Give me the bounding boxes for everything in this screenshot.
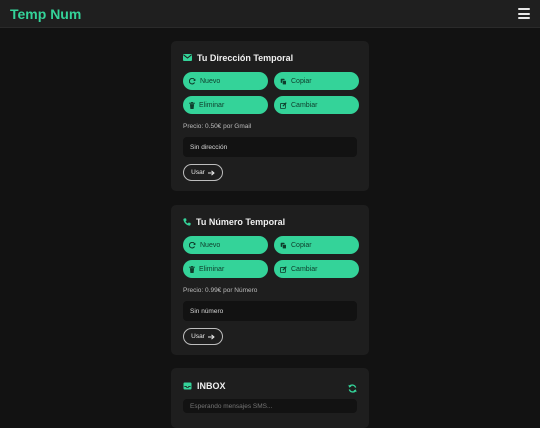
email-address-display: Sin dirección [183, 137, 357, 157]
phone-change-label: Cambiar [291, 265, 318, 273]
inbox-icon [183, 381, 192, 390]
refresh-icon[interactable] [348, 384, 357, 393]
edit-icon [280, 265, 287, 273]
phone-use-button[interactable]: Usar [183, 328, 223, 345]
phone-actions: Nuevo Copiar Eliminar Cambiar [183, 236, 359, 278]
phone-copy-label: Copiar [291, 241, 312, 249]
edit-icon [280, 101, 287, 109]
refresh-icon [189, 241, 196, 248]
email-price: Precio: 0.50€ por Gmail [183, 123, 252, 130]
email-copy-label: Copiar [291, 77, 312, 85]
email-use-button[interactable]: Usar [183, 164, 223, 181]
phone-card-title: Tu Número Temporal [196, 216, 286, 227]
email-actions: Nuevo Copiar Eliminar Cambiar [183, 72, 359, 114]
brand-logo[interactable]: Temp Num [10, 6, 81, 22]
phone-new-button[interactable]: Nuevo [183, 236, 268, 254]
email-delete-button[interactable]: Eliminar [183, 96, 268, 114]
phone-card-header: Tu Número Temporal [183, 215, 357, 228]
arrow-right-icon [207, 170, 215, 175]
email-card-header: Tu Dirección Temporal [183, 51, 357, 64]
phone-number-display: Sin número [183, 301, 357, 321]
email-new-button[interactable]: Nuevo [183, 72, 268, 90]
email-delete-label: Eliminar [199, 101, 225, 109]
arrow-right-icon [207, 334, 215, 339]
top-navbar: Temp Num [0, 0, 540, 28]
inbox-title: INBOX [197, 380, 226, 391]
email-new-label: Nuevo [200, 77, 221, 85]
phone-change-button[interactable]: Cambiar [274, 260, 359, 278]
inbox-card: INBOX [171, 368, 369, 428]
email-change-button[interactable]: Cambiar [274, 96, 359, 114]
inbox-messages-field[interactable] [183, 399, 357, 413]
phone-delete-button[interactable]: Eliminar [183, 260, 268, 278]
copy-icon [280, 242, 287, 249]
copy-icon [280, 78, 287, 85]
phone-icon [183, 217, 191, 226]
trash-icon [189, 101, 195, 109]
phone-delete-label: Eliminar [199, 265, 225, 273]
email-card: Tu Dirección Temporal Nuevo Copiar Elimi… [171, 41, 369, 191]
phone-price: Precio: 0.99€ por Número [183, 287, 258, 294]
inbox-header: INBOX [183, 378, 357, 393]
phone-use-label: Usar [191, 333, 205, 340]
phone-card: Tu Número Temporal Nuevo Copiar Eliminar… [171, 205, 369, 355]
envelope-icon [183, 54, 192, 61]
phone-copy-button[interactable]: Copiar [274, 236, 359, 254]
refresh-icon [189, 77, 196, 84]
email-use-label: Usar [191, 169, 205, 176]
trash-icon [189, 265, 195, 273]
menu-icon[interactable] [518, 8, 530, 19]
email-copy-button[interactable]: Copiar [274, 72, 359, 90]
phone-new-label: Nuevo [200, 241, 221, 249]
email-change-label: Cambiar [291, 101, 318, 109]
email-card-title: Tu Dirección Temporal [197, 52, 294, 63]
